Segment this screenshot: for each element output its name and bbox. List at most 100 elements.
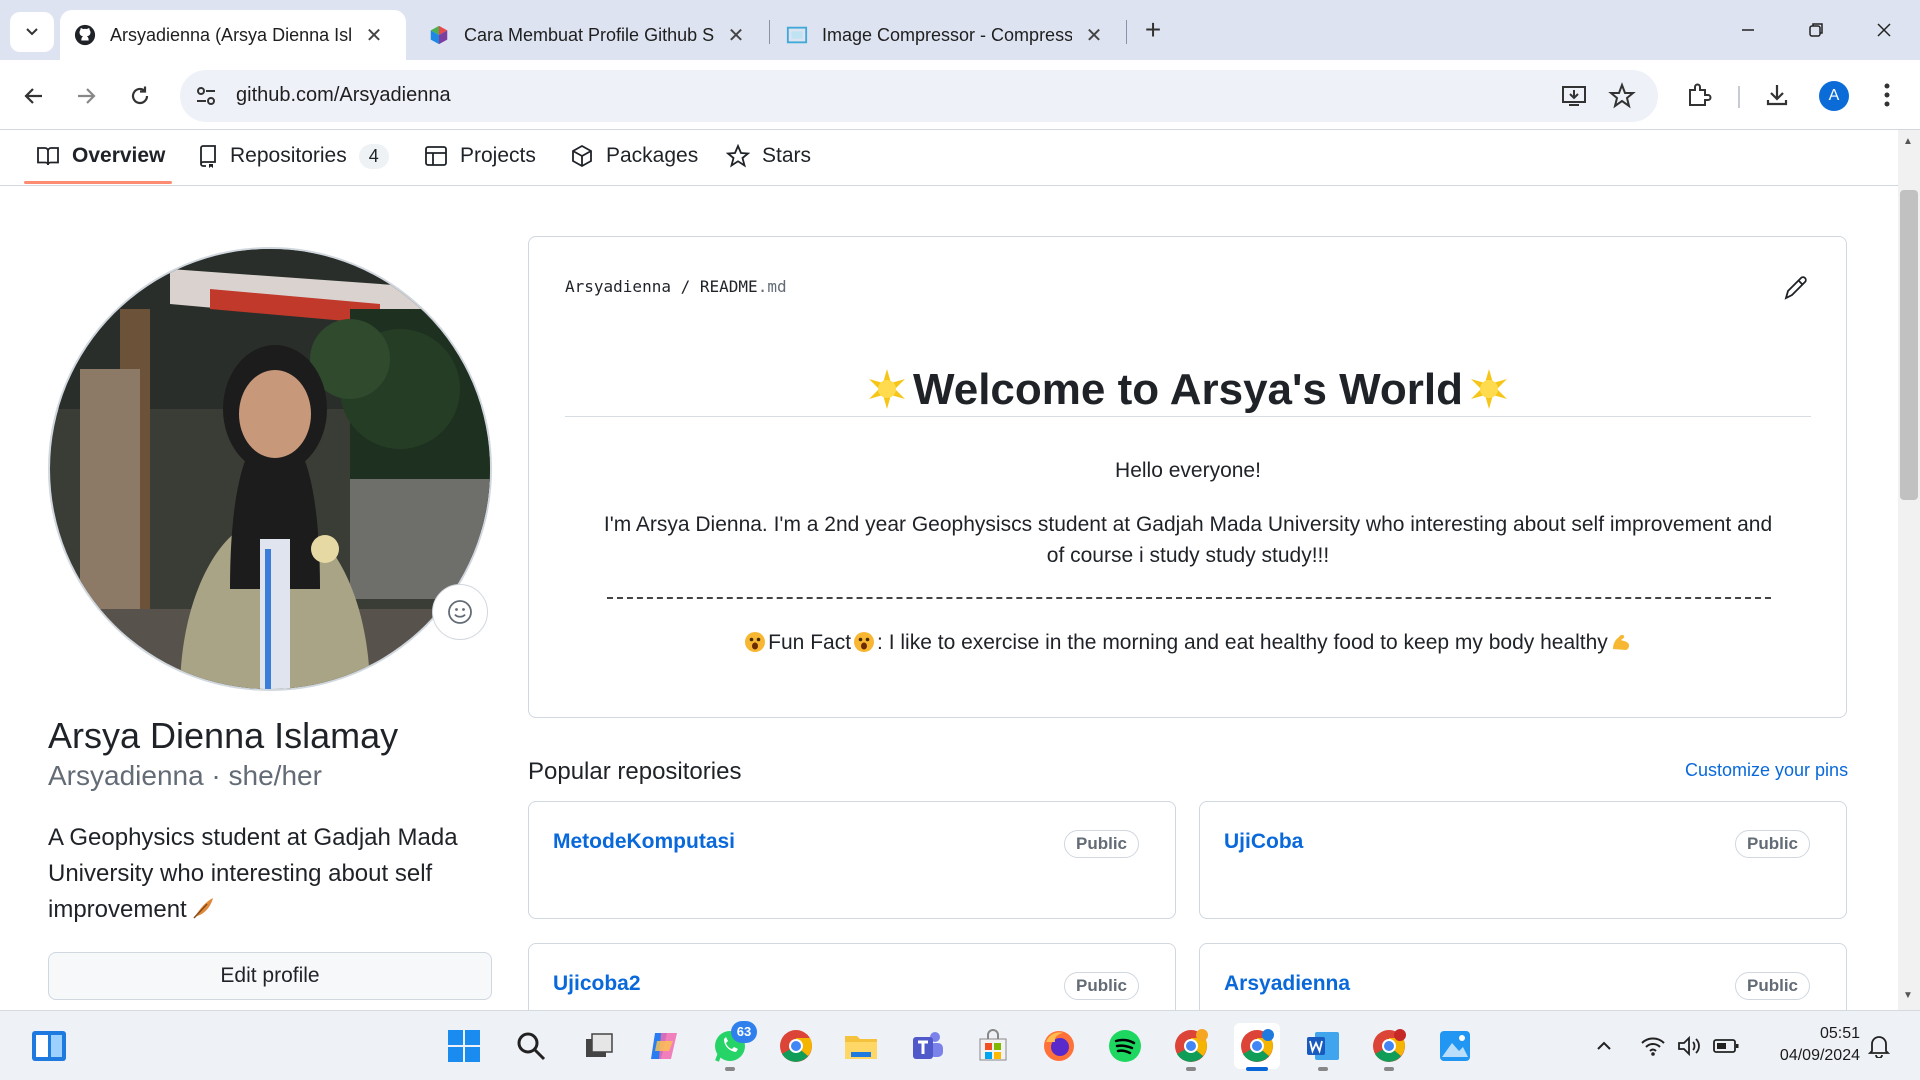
tab-projects-label: Projects (460, 144, 536, 167)
start-button[interactable] (441, 1023, 487, 1069)
reload-button[interactable] (120, 76, 160, 116)
running-indicator (1318, 1067, 1328, 1071)
tab-title: Cara Membuat Profile Github Sederhana (464, 24, 714, 45)
readme-greeting: Hello everyone! (1115, 459, 1261, 482)
download-icon (1766, 85, 1788, 106)
profile-nav: Overview Repositories 4 Projects Package… (0, 130, 1898, 186)
folder-icon (845, 1036, 877, 1059)
install-app-icon[interactable] (1560, 82, 1588, 110)
arrow-left-icon (24, 88, 42, 104)
close-icon (1877, 23, 1891, 37)
tab-packages[interactable]: Packages (570, 136, 698, 176)
firefox-app[interactable] (1036, 1023, 1082, 1069)
customize-pins-link[interactable]: Customize your pins (1685, 760, 1848, 781)
notifications-button[interactable] (1868, 1033, 1890, 1059)
tab-title: Arsyadienna (Arsya Dienna Islamay) (110, 24, 352, 45)
photos-icon (1440, 1031, 1470, 1061)
tab-overview[interactable]: Overview (36, 136, 165, 176)
tab-image-compressor[interactable]: Image Compressor - Compress Images ✕ (772, 10, 1122, 60)
downloads-button[interactable] (1760, 78, 1794, 112)
repo-link[interactable]: MetodeKomputasi (553, 830, 735, 854)
copilot-icon (651, 1033, 677, 1059)
puzzle-icon (1689, 83, 1712, 106)
readme-file-link[interactable]: README.md (700, 277, 787, 296)
book-icon (37, 147, 59, 166)
word-app[interactable] (1300, 1023, 1346, 1071)
repo-card: UjiCoba Public (1199, 801, 1847, 919)
address-bar[interactable]: github.com/Arsyadienna (180, 70, 1658, 122)
github-logo-icon (74, 24, 96, 46)
pencil-edit-icon[interactable] (1781, 273, 1811, 303)
close-window-button[interactable] (1864, 14, 1904, 46)
readme-dashed-rule (607, 597, 1771, 599)
widgets-button[interactable] (26, 1023, 72, 1069)
minimize-window-button[interactable] (1728, 14, 1768, 46)
close-tab-icon[interactable]: ✕ (726, 23, 746, 48)
clock-time: 05:51 (1819, 1025, 1860, 1042)
chrome-app[interactable] (773, 1023, 819, 1069)
chrome-other-profile-app[interactable] (1366, 1023, 1412, 1071)
forward-button[interactable] (66, 76, 106, 116)
tab-stars-label: Stars (762, 144, 812, 167)
new-tab-button[interactable]: + (1136, 14, 1170, 48)
file-explorer-app[interactable] (838, 1023, 884, 1069)
restore-window-button[interactable] (1796, 14, 1836, 46)
tab-github-profile[interactable]: Arsyadienna (Arsya Dienna Islamay) ✕ (60, 10, 406, 60)
readme-owner-link[interactable]: Arsyadienna (565, 277, 671, 296)
minimize-icon (1742, 29, 1754, 31)
teams-app[interactable] (904, 1023, 950, 1069)
repo-link[interactable]: Arsyadienna (1224, 972, 1350, 996)
whatsapp-app[interactable]: 63 (707, 1021, 757, 1071)
network-volume-battery-tray[interactable] (1640, 1033, 1740, 1059)
spotify-app[interactable] (1102, 1023, 1148, 1069)
scroll-down-arrow-icon[interactable]: ▼ (1903, 990, 1913, 1001)
readme-file-base: README (699, 277, 758, 296)
tab-stars[interactable]: Stars (726, 136, 811, 176)
extensions-button[interactable] (1682, 78, 1716, 112)
avatar-photo-illustration (50, 249, 490, 689)
close-tab-icon[interactable]: ✕ (1084, 23, 1104, 48)
site-info-icon[interactable] (194, 84, 218, 108)
firefox-icon (1044, 1031, 1074, 1061)
task-view-button[interactable] (576, 1023, 622, 1069)
browser-menu-button[interactable] (1870, 78, 1904, 112)
table-icon (425, 146, 447, 166)
readme-path: Arsyadienna / README.md (565, 277, 787, 296)
microsoft-store-app[interactable] (970, 1023, 1016, 1069)
photos-app[interactable] (1432, 1023, 1478, 1069)
browser-profile-avatar[interactable]: A (1819, 81, 1849, 111)
star-icon (726, 144, 750, 168)
tab-search-button[interactable] (10, 12, 54, 52)
repo-card: MetodeKomputasi Public (528, 801, 1176, 919)
browser-toolbar: github.com/Arsyadienna A (0, 60, 1920, 130)
scrollbar-thumb[interactable] (1900, 190, 1918, 500)
scroll-up-arrow-icon[interactable]: ▲ (1903, 136, 1913, 147)
tab-repositories[interactable]: Repositories 4 (198, 136, 389, 176)
profile-bio: A Geophysics student at Gadjah Mada Univ… (48, 820, 468, 928)
system-clock[interactable]: 05:51 04/09/2024 (1740, 1023, 1860, 1067)
fun-fact-text: : I like to exercise in the morning and … (877, 631, 1608, 654)
store-icon (979, 1029, 1007, 1061)
fun-fact-label: Fun Fact (768, 631, 852, 654)
tab-separator (769, 20, 770, 44)
profile-avatar-photo[interactable] (48, 247, 492, 691)
back-button[interactable] (14, 76, 54, 116)
repo-link[interactable]: Ujicoba2 (553, 972, 641, 996)
multicolor-cube-icon (430, 25, 448, 45)
chrome-active-app[interactable] (1234, 1023, 1280, 1071)
tab-projects[interactable]: Projects (424, 136, 536, 176)
bookmark-star-icon[interactable] (1608, 82, 1636, 110)
close-tab-icon[interactable]: ✕ (364, 23, 384, 48)
set-status-button[interactable] (432, 584, 488, 640)
windows-logo-icon (448, 1030, 480, 1062)
search-button[interactable] (508, 1023, 554, 1069)
tab-cara-membuat[interactable]: Cara Membuat Profile Github Sederhana ✕ (414, 10, 760, 60)
chrome-profile-app[interactable] (1168, 1023, 1214, 1071)
running-indicator (1384, 1067, 1394, 1071)
windows-taskbar: 63 05:51 04/09/2024 (0, 1010, 1920, 1080)
edit-profile-button[interactable]: Edit profile (48, 952, 492, 1000)
show-hidden-icons-button[interactable] (1594, 1033, 1614, 1059)
repo-link[interactable]: UjiCoba (1224, 830, 1303, 854)
copilot-button[interactable] (641, 1023, 687, 1069)
glowing-star-emoji-icon (1471, 369, 1508, 409)
